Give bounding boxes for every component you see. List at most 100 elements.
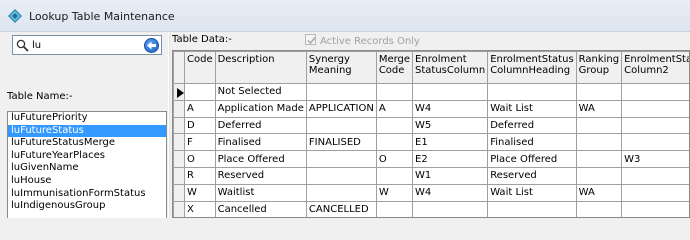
- table-list-item[interactable]: luFutureStatusMerge: [8, 137, 166, 150]
- table-list-item[interactable]: luFutureYearPlaces: [8, 150, 166, 163]
- table-cell[interactable]: [305, 166, 377, 185]
- table-cell[interactable]: O: [184, 150, 216, 168]
- table-cell[interactable]: CANCELLED: [305, 200, 377, 217]
- table-cell[interactable]: [375, 133, 414, 152]
- table-cell[interactable]: [575, 200, 623, 217]
- table-cell[interactable]: WA: [575, 183, 623, 202]
- table-cell[interactable]: [621, 183, 689, 202]
- table-cell[interactable]: [575, 166, 623, 185]
- table-row[interactable]: O Place Offered O E2 Place Offered W3: [173, 150, 689, 168]
- table-cell[interactable]: [621, 116, 689, 135]
- search-input[interactable]: [32, 38, 132, 53]
- table-cell[interactable]: Wait List: [487, 99, 577, 118]
- table-cell[interactable]: W5: [412, 116, 489, 135]
- table-cell[interactable]: [621, 83, 689, 101]
- table-cell[interactable]: W4: [412, 183, 489, 202]
- table-cell[interactable]: [575, 116, 623, 135]
- table-cell[interactable]: A: [184, 99, 216, 118]
- table-row[interactable]: R Reserved W1 Reserved: [173, 166, 689, 185]
- table-cell[interactable]: [621, 99, 689, 118]
- column-header[interactable]: Synergy Meaning: [305, 51, 377, 84]
- table-cell[interactable]: [412, 200, 489, 217]
- table-list-item[interactable]: luGivenName: [8, 162, 166, 175]
- table-cell[interactable]: Finalised: [214, 133, 307, 152]
- table-cell[interactable]: [305, 183, 377, 202]
- table-cell[interactable]: W3: [621, 150, 689, 168]
- table-cell[interactable]: Deferred: [214, 116, 307, 135]
- row-indicator[interactable]: [173, 83, 185, 101]
- splitter[interactable]: [168, 32, 170, 218]
- table-cell[interactable]: [305, 83, 377, 101]
- table-data-grid[interactable]: Code Description Synergy Meaning Merge Code…: [172, 50, 690, 218]
- table-row[interactable]: D Deferred W5 Deferred: [173, 116, 689, 135]
- table-list-item[interactable]: luFutureStatus: [8, 124, 166, 138]
- table-cell[interactable]: [375, 83, 414, 101]
- table-cell[interactable]: Not Selected: [214, 83, 307, 101]
- row-indicator[interactable]: [173, 116, 185, 135]
- table-cell[interactable]: [575, 133, 623, 152]
- table-cell[interactable]: W: [375, 183, 414, 202]
- table-cell[interactable]: [375, 166, 414, 185]
- column-header[interactable]: Enrolment StatusColumn: [412, 51, 489, 84]
- table-row[interactable]: W Waitlist W W4 Wait List WA: [173, 183, 689, 202]
- search-go-button[interactable]: [144, 38, 159, 53]
- search-box[interactable]: [12, 35, 162, 55]
- table-cell[interactable]: [305, 116, 377, 135]
- table-cell[interactable]: W: [184, 183, 216, 202]
- table-row[interactable]: F Finalised FINALISED E1 Finalised: [173, 133, 689, 152]
- table-cell[interactable]: Place Offered: [214, 150, 307, 168]
- row-indicator[interactable]: [173, 183, 185, 202]
- table-cell[interactable]: Reserved: [214, 166, 307, 185]
- column-header[interactable]: Code: [184, 51, 216, 84]
- row-indicator[interactable]: [173, 166, 185, 185]
- table-cell[interactable]: D: [184, 116, 216, 135]
- column-header[interactable]: EnrolmentStatus ColumnHeading: [487, 51, 577, 84]
- table-cell[interactable]: [375, 200, 414, 217]
- table-cell[interactable]: Cancelled: [214, 200, 307, 217]
- table-cell[interactable]: Waitlist: [214, 183, 307, 202]
- table-cell[interactable]: [575, 83, 623, 101]
- table-cell[interactable]: Place Offered: [487, 150, 577, 168]
- table-cell[interactable]: Application Made: [214, 99, 307, 118]
- table-cell[interactable]: O: [375, 150, 414, 168]
- table-name-list[interactable]: luFuturePriority luFutureStatus luFutureSt…: [7, 111, 167, 218]
- table-cell[interactable]: APPLICATION: [305, 99, 377, 118]
- table-cell[interactable]: [487, 83, 577, 101]
- table-cell[interactable]: Wait List: [487, 183, 577, 202]
- table-cell[interactable]: [375, 116, 414, 135]
- table-cell[interactable]: [412, 83, 489, 101]
- table-list-item[interactable]: luFuturePriority: [8, 112, 166, 125]
- table-cell[interactable]: Reserved: [487, 166, 577, 185]
- table-cell[interactable]: [621, 133, 689, 152]
- table-cell[interactable]: W4: [412, 99, 489, 118]
- row-indicator[interactable]: [173, 133, 185, 152]
- row-indicator[interactable]: [173, 99, 185, 118]
- table-cell[interactable]: WA: [575, 99, 623, 118]
- table-cell[interactable]: A: [375, 99, 414, 118]
- table-list-item[interactable]: luImmunisationFormStatus: [8, 188, 166, 201]
- table-cell[interactable]: [487, 200, 577, 217]
- row-indicator[interactable]: [173, 200, 185, 217]
- table-cell[interactable]: [621, 166, 689, 185]
- table-cell[interactable]: E1: [412, 133, 489, 152]
- table-cell[interactable]: Finalised: [487, 133, 577, 152]
- column-header[interactable]: Ranking Group: [575, 51, 623, 84]
- table-cell[interactable]: [184, 83, 216, 101]
- table-cell[interactable]: [305, 150, 377, 168]
- table-row[interactable]: A Application Made APPLICATION A W4 Wait List…: [173, 99, 689, 118]
- table-list-item[interactable]: luHouse: [8, 175, 166, 188]
- table-cell[interactable]: FINALISED: [305, 133, 377, 152]
- table-row[interactable]: Not Selected: [173, 83, 689, 101]
- table-cell[interactable]: E2: [412, 150, 489, 168]
- table-cell[interactable]: Deferred: [487, 116, 577, 135]
- table-cell[interactable]: F: [184, 133, 216, 152]
- table-cell[interactable]: W1: [412, 166, 489, 185]
- column-header[interactable]: EnrolmentStatus Column2: [621, 51, 689, 84]
- column-header[interactable]: Description: [214, 51, 307, 84]
- column-header[interactable]: Merge Code: [375, 51, 414, 84]
- row-indicator[interactable]: [173, 150, 185, 168]
- table-cell[interactable]: X: [184, 200, 216, 217]
- table-list-item[interactable]: luIndigenousGroup: [8, 200, 166, 213]
- table-cell[interactable]: [621, 200, 689, 217]
- table-cell[interactable]: R: [184, 166, 216, 185]
